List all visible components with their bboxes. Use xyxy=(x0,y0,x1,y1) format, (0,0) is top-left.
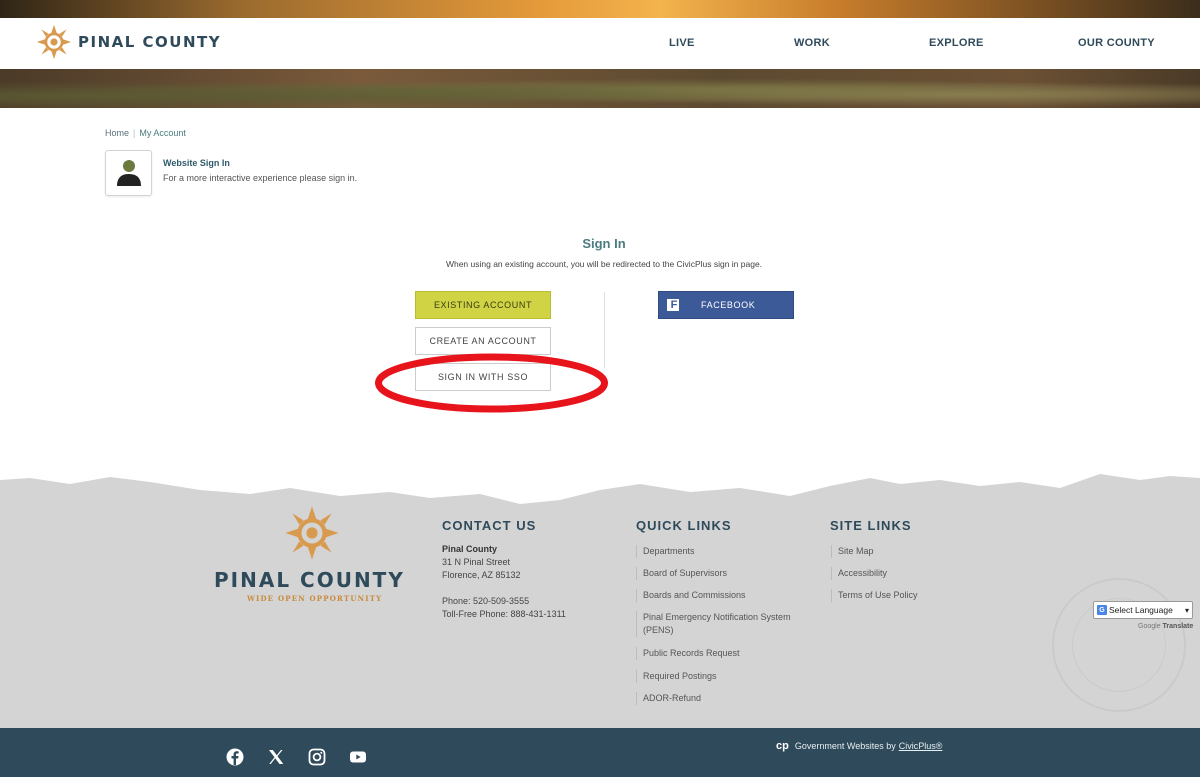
quick-link-required-postings[interactable]: Required Postings xyxy=(636,670,717,683)
sun-logo-icon xyxy=(285,506,339,560)
contact-tollfree[interactable]: Toll-Free Phone: 888-431-1311 xyxy=(442,609,566,619)
quick-link-pens[interactable]: Pinal Emergency Notification System (PEN… xyxy=(636,611,814,637)
contact-phone[interactable]: Phone: 520-509-3555 xyxy=(442,596,529,606)
account-description: For a more interactive experience please… xyxy=(163,173,358,183)
account-avatar-box xyxy=(105,150,152,196)
contact-city: Florence, AZ 85132 xyxy=(442,570,521,580)
nav-work[interactable]: WORK xyxy=(794,37,830,49)
brand-logo[interactable]: PINAL COUNTY xyxy=(36,24,221,60)
quick-link-ador-refund[interactable]: ADOR-Refund xyxy=(636,692,701,705)
facebook-icon: f xyxy=(667,299,679,311)
civicplus-credit-text: Government Websites by xyxy=(794,741,896,751)
site-links-title: SITE LINKS xyxy=(830,518,912,533)
breadcrumb-current[interactable]: My Account xyxy=(139,128,186,138)
quick-link-board-of-supervisors[interactable]: Board of Supervisors xyxy=(636,567,727,580)
powered-by-google: Google Translate xyxy=(1138,623,1193,630)
brand-name: PINAL COUNTY xyxy=(78,33,222,51)
translate-label[interactable]: Translate xyxy=(1163,623,1194,630)
hero-sunset-strip xyxy=(0,0,1200,18)
facebook-button[interactable]: f FACEBOOK xyxy=(658,291,794,319)
top-navbar: PINAL COUNTY LIVE WORK EXPLORE OUR COUNT… xyxy=(0,18,1200,69)
hero-desert-strip xyxy=(0,69,1200,108)
sun-logo-icon xyxy=(36,24,72,60)
civicplus-link[interactable]: CivicPlus® xyxy=(899,741,943,751)
instagram-social-icon[interactable] xyxy=(308,748,326,766)
chevron-down-icon: ▾ xyxy=(1184,605,1189,615)
account-title: Website Sign In xyxy=(163,158,230,168)
contact-org: Pinal County xyxy=(442,544,498,554)
signin-title: Sign In xyxy=(582,236,626,251)
nav-our-county[interactable]: OUR COUNTY xyxy=(1078,37,1155,49)
facebook-social-icon[interactable] xyxy=(226,748,244,766)
site-link-terms[interactable]: Terms of Use Policy xyxy=(831,589,918,602)
signin-note: When using an existing account, you will… xyxy=(445,259,763,269)
civicplus-credit: cp Government Websites by CivicPlus® xyxy=(776,740,942,752)
create-account-button[interactable]: CREATE AN ACCOUNT xyxy=(415,327,551,355)
footer-tagline: WIDE OPEN OPPORTUNITY xyxy=(247,594,383,603)
county-seal-watermark xyxy=(1052,578,1186,712)
quick-link-public-records[interactable]: Public Records Request xyxy=(636,647,740,660)
language-select[interactable]: G Select Language ▾ xyxy=(1093,601,1193,619)
nav-live[interactable]: LIVE xyxy=(669,37,695,49)
quick-link-departments[interactable]: Departments xyxy=(636,545,695,558)
contact-street: 31 N Pinal Street xyxy=(442,557,511,567)
google-label: Google xyxy=(1138,623,1161,630)
quick-links-title: QUICK LINKS xyxy=(636,518,732,533)
x-social-icon[interactable] xyxy=(267,748,285,766)
facebook-label: FACEBOOK xyxy=(701,300,756,310)
existing-account-button[interactable]: EXISTING ACCOUNT xyxy=(415,291,551,319)
google-translate-icon: G xyxy=(1097,605,1107,615)
civicplus-logo-icon: cp xyxy=(776,740,789,752)
user-icon xyxy=(117,160,141,186)
site-link-site-map[interactable]: Site Map xyxy=(831,545,874,558)
language-select-label: Select Language xyxy=(1109,605,1173,615)
site-link-accessibility[interactable]: Accessibility xyxy=(831,567,887,580)
footer xyxy=(0,510,1200,728)
bottom-bar xyxy=(0,728,1200,777)
footer-brand: PINAL COUNTY xyxy=(214,568,405,592)
nav-explore[interactable]: EXPLORE xyxy=(929,37,984,49)
contact-title: CONTACT US xyxy=(442,518,537,533)
breadcrumb-home[interactable]: Home xyxy=(105,128,129,138)
quick-link-boards-and-commissions[interactable]: Boards and Commissions xyxy=(636,589,746,602)
breadcrumb: Home | My Account xyxy=(105,128,186,138)
highlight-ellipse xyxy=(375,353,608,413)
youtube-social-icon[interactable] xyxy=(349,748,367,766)
breadcrumb-separator: | xyxy=(133,128,136,138)
